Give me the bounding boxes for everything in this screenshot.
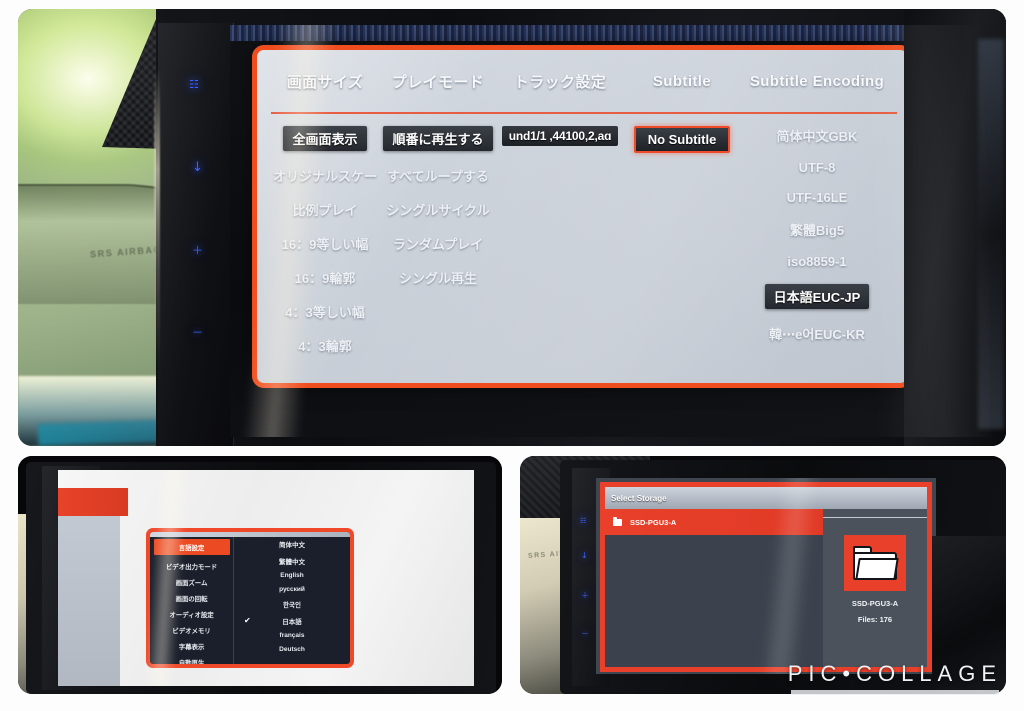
storage-list-item[interactable]: SSD-PGU3-A xyxy=(605,509,823,535)
menu-item-screen-rotation[interactable]: 画面の回転 xyxy=(175,593,207,603)
pic-collage-watermark-bar xyxy=(790,690,999,695)
head-unit-screen[interactable]: 画面サイズ プレイモード トラック設定 Subtitle Subtitle En… xyxy=(230,25,990,437)
select-storage-dialog: Select Storage SSD-PGU3-A SSD-PGU3-A Fil… xyxy=(600,482,932,672)
language-option-japanese-label: 日本語 xyxy=(282,618,302,626)
menu-item-video-memory[interactable]: ビデオメモリ xyxy=(172,625,211,635)
detail-pane-divider xyxy=(823,517,927,518)
column-screen-size: 全画面表示 オリジナルスケー 比例プレイ 16：9等しい幅 16：9輪郭 4：3… xyxy=(271,120,379,383)
option-track-setting-0[interactable]: und1/1 ,44100,2,aɑ xyxy=(501,126,619,146)
option-screen-size-2[interactable]: 比例プレイ xyxy=(292,200,357,219)
storage-detail-pane: SSD-PGU3-A Files: 176 xyxy=(823,509,927,667)
language-option-english[interactable]: English xyxy=(234,572,350,579)
option-screen-size-5[interactable]: 4：3等しい幅 xyxy=(285,302,364,321)
tab-subtitle[interactable]: Subtitle xyxy=(623,73,741,90)
option-encoding-4[interactable]: iso8859-1 xyxy=(787,254,846,269)
storage-detail-name: SSD-PGU3-A xyxy=(851,599,899,608)
option-encoding-5[interactable]: 日本語EUC-JP xyxy=(764,284,870,309)
option-encoding-1[interactable]: UTF-8 xyxy=(799,160,836,175)
photo-bottom-right-storage-browser: SRS AIRBAG ☷ ↓ ＋ － Select Storage SSD-PG… xyxy=(520,456,1006,694)
volume-down-led-icon[interactable]: － xyxy=(192,327,203,338)
pic-collage-watermark-text: PIC•COLLAGE xyxy=(787,661,1002,686)
folder-icon xyxy=(613,516,622,526)
menu-led-icon-br[interactable]: ☷ xyxy=(580,518,586,525)
option-play-mode-3[interactable]: ランダムプレイ xyxy=(393,234,483,253)
download-led-icon-br[interactable]: ↓ xyxy=(581,552,588,560)
car-interior-scene-top: SRS AIRBAG ☷ ↓ ＋ － 画面サイズ プレイモード トラック設定 S… xyxy=(18,9,1006,446)
tab-screen-size[interactable]: 画面サイズ xyxy=(271,71,379,92)
option-play-mode-4[interactable]: シングル再生 xyxy=(399,268,477,287)
head-unit-screen-bl[interactable]: 言語設定 ビデオ出力モード 画面ズーム 画面の回転 オーディオ設定 ビデオメモリ… xyxy=(58,470,474,686)
storage-detail-file-count: Files: 176 xyxy=(857,615,893,624)
option-screen-size-6[interactable]: 4：3輪郭 xyxy=(298,336,351,355)
option-encoding-2[interactable]: UTF-16LE xyxy=(787,190,848,205)
column-play-mode: 順番に再生する すべてループする シングルサイクル ランダムプレイ シングル再生 xyxy=(379,120,497,383)
head-unit-right-gloss xyxy=(978,39,1004,429)
storage-dialog-title: Select Storage xyxy=(611,493,667,503)
language-option-list: 简体中文 繁體中文 English русский 한국인 ✔ 日本語 fran… xyxy=(234,532,350,664)
volume-down-led-icon-br[interactable]: － xyxy=(581,630,589,638)
option-screen-size-0[interactable]: 全画面表示 xyxy=(283,126,367,151)
option-encoding-0[interactable]: 简体中文GBK xyxy=(777,126,858,145)
bezel-edge-highlight xyxy=(154,69,160,369)
language-settings-dialog: 言語設定 ビデオ出力モード 画面ズーム 画面の回転 オーディオ設定 ビデオメモリ… xyxy=(146,528,354,668)
option-encoding-3[interactable]: 繁體Big5 xyxy=(790,220,844,239)
menu-item-language-setting[interactable]: 言語設定 xyxy=(153,539,230,555)
folder-front xyxy=(855,558,899,580)
tabbar-divider xyxy=(271,112,897,114)
pic-collage-watermark: PIC•COLLAGE xyxy=(788,661,1002,695)
folder-large-icon xyxy=(844,535,906,591)
photo-bottom-left-language-menu: ☷ ↓ ＋ － 言語設定 ビデオ出力モード 画面ズーム 画面の回転 オーディオ設… xyxy=(18,456,502,694)
language-option-french[interactable]: français xyxy=(234,632,350,639)
menu-item-video-output-mode[interactable]: ビデオ出力モード xyxy=(166,561,217,571)
column-subtitle-encoding: 简体中文GBK UTF-8 UTF-16LE 繁體Big5 iso8859-1 … xyxy=(741,120,893,383)
screen-red-bar xyxy=(58,488,128,516)
storage-list-pane: SSD-PGU3-A xyxy=(605,509,823,667)
menu-led-icon[interactable]: ☷ xyxy=(189,79,199,90)
video-settings-dialog: 画面サイズ プレイモード トラック設定 Subtitle Subtitle En… xyxy=(252,45,912,388)
language-option-korean[interactable]: 한국인 xyxy=(234,599,350,609)
language-option-traditional-chinese[interactable]: 繁體中文 xyxy=(234,556,350,566)
option-screen-size-4[interactable]: 16：9輪郭 xyxy=(295,268,356,287)
option-encoding-6[interactable]: 韓⋯е어EUC-KR xyxy=(769,324,865,343)
option-play-mode-1[interactable]: すべてループする xyxy=(387,166,489,185)
language-option-german[interactable]: Deutsch xyxy=(234,646,350,653)
option-play-mode-2[interactable]: シングルサイクル xyxy=(386,200,489,219)
car-interior-scene-bottom-left: ☷ ↓ ＋ － 言語設定 ビデオ出力モード 画面ズーム 画面の回転 オーディオ設… xyxy=(18,456,502,694)
column-track-setting: und1/1 ,44100,2,aɑ xyxy=(497,120,623,383)
pic-collage-canvas: SRS AIRBAG ☷ ↓ ＋ － 画面サイズ プレイモード トラック設定 S… xyxy=(0,0,1024,711)
download-led-icon[interactable]: ↓ xyxy=(192,161,203,174)
check-icon: ✔ xyxy=(244,615,251,625)
photo-top-settings-dialog: SRS AIRBAG ☷ ↓ ＋ － 画面サイズ プレイモード トラック設定 S… xyxy=(18,9,1006,446)
tab-subtitle-encoding[interactable]: Subtitle Encoding xyxy=(741,73,893,90)
language-option-russian[interactable]: русский xyxy=(234,586,350,593)
storage-dialog-titlebar: Select Storage xyxy=(605,487,927,509)
column-subtitle: No Subtitle xyxy=(623,120,741,383)
option-subtitle-0[interactable]: No Subtitle xyxy=(633,126,731,153)
settings-tabbar: 画面サイズ プレイモード トラック設定 Subtitle Subtitle En… xyxy=(257,50,907,112)
head-unit-screen-br[interactable]: Select Storage SSD-PGU3-A SSD-PGU3-A Fil… xyxy=(596,478,936,674)
folder-glyph xyxy=(853,546,899,580)
menu-item-auto-play[interactable]: 自動再生 xyxy=(179,657,205,664)
settings-columns: 全画面表示 オリジナルスケー 比例プレイ 16：9等しい幅 16：9輪郭 4：3… xyxy=(257,120,907,383)
option-screen-size-1[interactable]: オリジナルスケー xyxy=(273,166,377,185)
screen-grey-bar xyxy=(58,516,120,686)
screen-top-strip xyxy=(230,25,990,41)
car-interior-scene-bottom-right: SRS AIRBAG ☷ ↓ ＋ － Select Storage SSD-PG… xyxy=(520,456,1006,694)
tab-play-mode[interactable]: プレイモード xyxy=(379,71,497,92)
tab-track-setting[interactable]: トラック設定 xyxy=(497,71,623,92)
settings-menu-list: 言語設定 ビデオ出力モード 画面ズーム 画面の回転 オーディオ設定 ビデオメモリ… xyxy=(150,532,234,664)
volume-up-led-icon[interactable]: ＋ xyxy=(192,245,203,256)
option-play-mode-0[interactable]: 順番に再生する xyxy=(383,126,493,151)
menu-item-screen-zoom[interactable]: 画面ズーム xyxy=(176,577,208,587)
language-option-japanese[interactable]: ✔ 日本語 xyxy=(234,616,350,626)
volume-up-led-icon-br[interactable]: ＋ xyxy=(581,592,589,600)
language-option-simplified-chinese[interactable]: 简体中文 xyxy=(234,539,350,549)
menu-item-subtitle-display[interactable]: 字幕表示 xyxy=(179,641,205,651)
menu-item-audio-setting[interactable]: オーディオ設定 xyxy=(169,609,213,619)
option-screen-size-3[interactable]: 16：9等しい幅 xyxy=(282,234,369,253)
storage-list-item-label: SSD-PGU3-A xyxy=(630,517,677,527)
